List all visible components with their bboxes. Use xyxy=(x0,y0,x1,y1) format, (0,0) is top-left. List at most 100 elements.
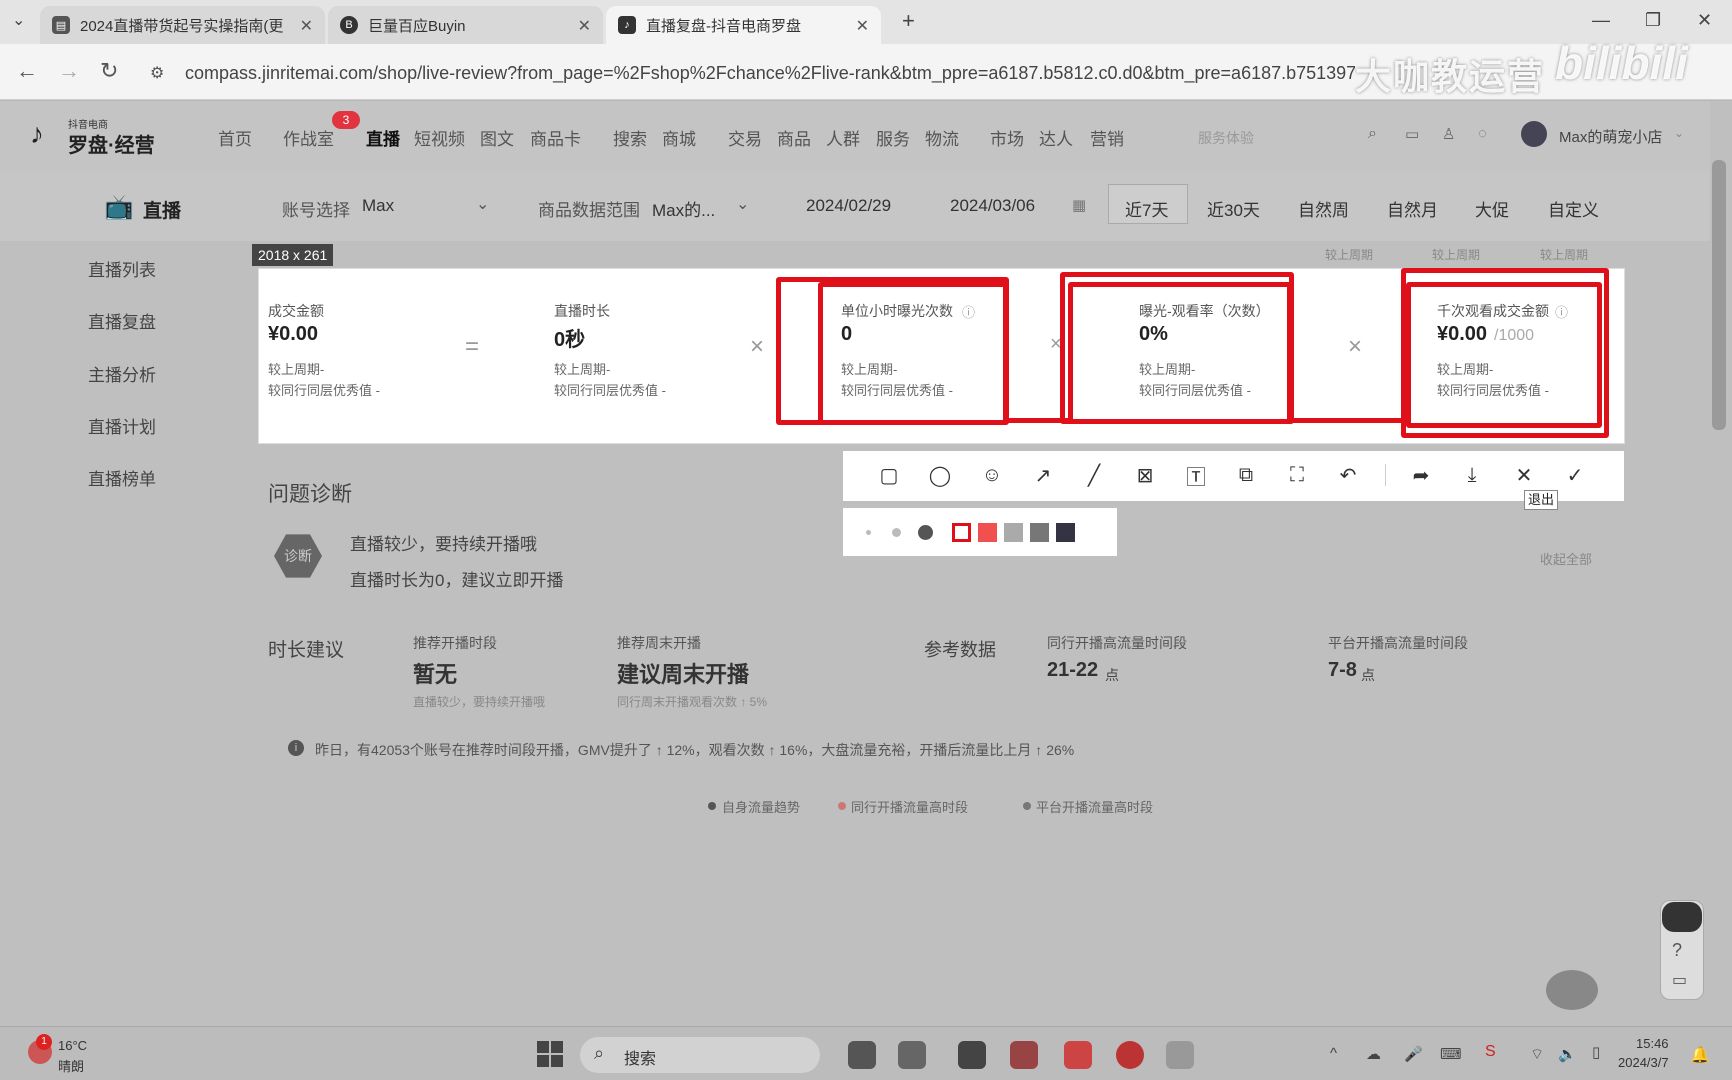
size-medium-dot[interactable] xyxy=(892,528,901,537)
calendar-icon[interactable]: ▦ xyxy=(1072,196,1086,214)
period-promo[interactable]: 大促 xyxy=(1475,196,1509,221)
notification-bell-icon[interactable]: 🔔 xyxy=(1690,1045,1710,1065)
wifi-icon[interactable]: ⌔ xyxy=(1530,1045,1544,1064)
chevron-down-icon[interactable]: ⌄ xyxy=(1674,126,1684,140)
tray-chevron-icon[interactable]: ^ xyxy=(1330,1045,1337,1062)
period-custom[interactable]: 自定义 xyxy=(1548,196,1599,221)
site-settings-icon[interactable]: ⚙ xyxy=(150,63,164,83)
nav-mall[interactable]: 商城 xyxy=(662,125,696,150)
meet-app-icon[interactable] xyxy=(898,1041,926,1069)
window-close-icon[interactable]: ✕ xyxy=(1697,10,1712,31)
windows-start-icon[interactable] xyxy=(537,1041,563,1067)
sidebar-item-live-list[interactable]: 直播列表 xyxy=(88,256,156,281)
period-30d[interactable]: 近30天 xyxy=(1207,196,1260,221)
date-end[interactable]: 2024/03/06 xyxy=(950,196,1035,216)
annotation-rectangle[interactable] xyxy=(1068,282,1292,424)
close-icon[interactable]: ✕ xyxy=(578,16,591,36)
exit-icon[interactable]: ✕ xyxy=(1511,462,1537,488)
undo-icon[interactable]: ↶ xyxy=(1335,462,1361,488)
share-icon[interactable]: ➦ xyxy=(1408,462,1434,488)
tab-3-active[interactable]: ♪ 直播复盘-抖音电商罗盘 ✕ xyxy=(606,6,881,44)
nav-war-room[interactable]: 作战室 xyxy=(283,125,334,150)
date-start[interactable]: 2024/02/29 xyxy=(806,196,891,216)
shop-name[interactable]: Max的萌宠小店 xyxy=(1559,126,1662,147)
app-icon[interactable] xyxy=(1010,1041,1038,1069)
ellipse-tool-icon[interactable]: ◯ xyxy=(927,462,953,488)
nav-live[interactable]: 直播 xyxy=(366,125,400,150)
annotation-rectangle[interactable] xyxy=(1406,282,1602,428)
rectangle-tool-icon[interactable]: ▢ xyxy=(876,462,902,488)
taskbar-search-label[interactable]: 搜索 xyxy=(624,1045,656,1069)
legend-platform[interactable]: 平台开播流量高时段 xyxy=(1036,797,1153,816)
download-icon[interactable]: ⤓ xyxy=(1459,462,1485,488)
nav-trade[interactable]: 交易 xyxy=(728,125,762,150)
speaker-icon[interactable]: 🔈 xyxy=(1558,1045,1577,1063)
nav-marketing[interactable]: 营销 xyxy=(1090,125,1124,150)
mosaic-tool-icon[interactable]: ⊠ xyxy=(1132,462,1158,488)
size-large-dot[interactable] xyxy=(918,525,933,540)
tab-1[interactable]: ▤ 2024直播带货起号实操指南(更 ✕ xyxy=(40,6,325,44)
question-icon[interactable]: ? xyxy=(1672,940,1682,961)
chrome-icon[interactable] xyxy=(1116,1041,1144,1069)
color-swatch-pink[interactable] xyxy=(978,523,997,542)
close-icon[interactable]: ✕ xyxy=(300,16,313,36)
back-icon[interactable]: ← xyxy=(16,58,38,84)
tab-list-chevron-icon[interactable]: ⌄ xyxy=(12,10,25,30)
confirm-icon[interactable]: ✓ xyxy=(1562,462,1588,488)
keyboard-icon[interactable]: ⌨ xyxy=(1440,1045,1462,1063)
sidebar-item-anchor-analysis[interactable]: 主播分析 xyxy=(88,361,156,386)
search-icon[interactable]: ⌕ xyxy=(1368,125,1377,143)
user-icon[interactable]: ♙ xyxy=(1442,125,1455,143)
cloud-icon[interactable]: ☁ xyxy=(1366,1045,1381,1063)
new-tab-button[interactable]: + xyxy=(902,8,915,34)
chat-icon[interactable]: ▭ xyxy=(1672,970,1687,990)
size-small-dot[interactable] xyxy=(866,530,871,535)
clock-date[interactable]: 2024/3/7 xyxy=(1618,1055,1669,1070)
annotation-rectangle[interactable] xyxy=(818,282,1008,425)
nav-talent[interactable]: 达人 xyxy=(1039,125,1073,150)
forward-icon[interactable]: → xyxy=(58,58,80,84)
nav-search[interactable]: 搜索 xyxy=(613,125,647,150)
reload-icon[interactable]: ↻ xyxy=(100,58,118,84)
legend-self[interactable]: 自身流量趋势 xyxy=(722,797,800,816)
nav-product[interactable]: 商品 xyxy=(777,125,811,150)
input-method-icon[interactable]: S xyxy=(1485,1043,1496,1061)
close-icon[interactable]: ✕ xyxy=(856,16,869,36)
nav-short-video[interactable]: 短视频 xyxy=(414,125,465,150)
color-swatch-grey[interactable] xyxy=(1030,523,1049,542)
chevron-down-icon[interactable]: ⌄ xyxy=(736,194,749,214)
robot-icon[interactable] xyxy=(1662,902,1702,932)
chevron-down-icon[interactable]: ⌄ xyxy=(476,194,489,214)
help-icon[interactable]: ◌ xyxy=(1478,125,1487,142)
range-select[interactable]: Max的... xyxy=(652,196,715,221)
url-field[interactable]: compass.jinritemai.com/shop/live-review?… xyxy=(185,63,1355,84)
account-select[interactable]: Max xyxy=(362,196,394,216)
color-swatch-light-grey[interactable] xyxy=(1004,523,1023,542)
minimize-icon[interactable]: — xyxy=(1592,10,1610,31)
text-tool-icon[interactable]: 🅃 xyxy=(1183,462,1209,489)
color-swatch-navy[interactable] xyxy=(1056,523,1075,542)
files-app-icon[interactable] xyxy=(848,1041,876,1069)
sidebar-item-live-review[interactable]: 直播复盘 xyxy=(88,308,156,333)
clock-time[interactable]: 15:46 xyxy=(1636,1036,1669,1051)
nav-logistics[interactable]: 物流 xyxy=(925,125,959,150)
app-icon[interactable] xyxy=(1166,1041,1194,1069)
app-icon[interactable] xyxy=(958,1041,986,1069)
ocr-tool-icon[interactable]: ⛶ xyxy=(1284,462,1310,488)
nav-image-text[interactable]: 图文 xyxy=(480,125,514,150)
period-natural-week[interactable]: 自然周 xyxy=(1298,196,1349,221)
color-swatch-red-selected[interactable] xyxy=(952,523,971,542)
taskbar-search-box[interactable] xyxy=(580,1037,820,1073)
page-scrollbar[interactable] xyxy=(1712,160,1726,430)
sidebar-item-live-rank[interactable]: 直播榜单 xyxy=(88,465,156,490)
sidebar-item-live-plan[interactable]: 直播计划 xyxy=(88,413,156,438)
microphone-icon[interactable]: 🎤 xyxy=(1404,1045,1423,1063)
floating-widget[interactable] xyxy=(1546,970,1598,1010)
nav-market[interactable]: 市场 xyxy=(990,125,1024,150)
avatar[interactable] xyxy=(1521,121,1547,147)
maximize-icon[interactable]: ❐ xyxy=(1645,10,1661,31)
battery-icon[interactable]: ▯ xyxy=(1592,1043,1600,1061)
tab-2[interactable]: B 巨量百应Buyin ✕ xyxy=(328,6,603,44)
line-tool-icon[interactable]: ╱ xyxy=(1081,462,1107,488)
nav-home[interactable]: 首页 xyxy=(218,125,252,150)
